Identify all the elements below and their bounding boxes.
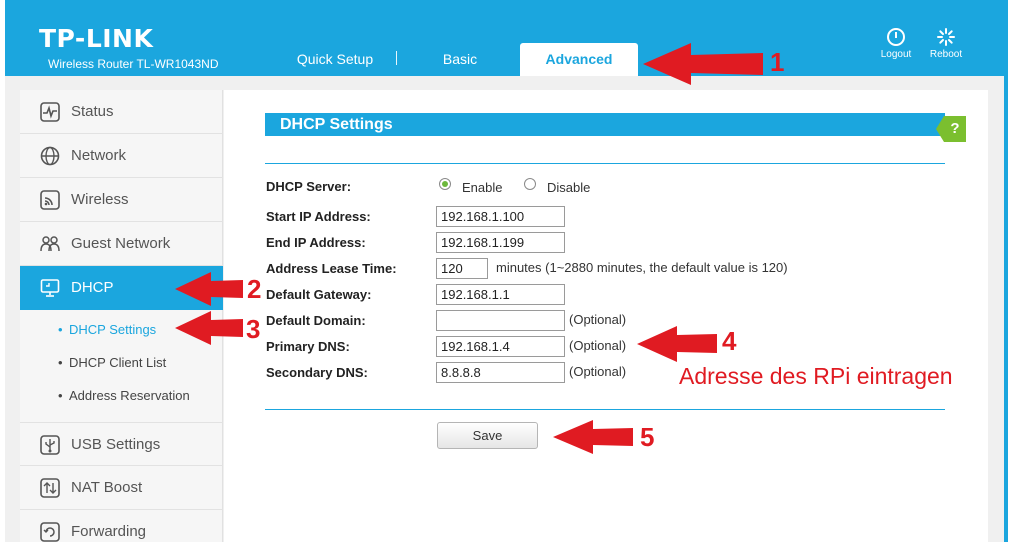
usb-icon (40, 435, 60, 455)
gateway-input[interactable] (436, 284, 565, 305)
forwarding-icon (40, 522, 60, 542)
reboot-label: Reboot (929, 49, 963, 60)
start-ip-input[interactable] (436, 206, 565, 227)
sidebar-item-label: Forwarding (71, 523, 147, 540)
dhcp-server-label: DHCP Server: (266, 179, 352, 194)
lease-time-input[interactable] (436, 258, 488, 279)
tab-quick-setup[interactable]: Quick Setup (285, 43, 385, 76)
annotation-number-3: 3 (246, 314, 261, 344)
annotation-number-1: 1 (770, 47, 785, 77)
status-icon (40, 102, 60, 122)
guest-network-icon (40, 236, 60, 252)
monitor-icon (40, 279, 60, 297)
tab-advanced[interactable]: Advanced (520, 43, 638, 76)
brand-logo: TP-LINK (39, 24, 154, 53)
lease-time-note: minutes (1~2880 minutes, the default val… (496, 260, 788, 275)
sidebar-item-label: USB Settings (71, 436, 161, 453)
divider-top (265, 163, 945, 164)
secondary-dns-label: Secondary DNS: (266, 365, 368, 380)
tab-divider (396, 51, 397, 65)
sidebar-item-network[interactable]: Network (20, 134, 223, 178)
optional-note: (Optional) (569, 364, 627, 379)
section-title: DHCP Settings (265, 113, 945, 136)
power-icon (887, 28, 905, 46)
disable-label: Disable (547, 180, 591, 195)
submenu-label: DHCP Settings (69, 322, 157, 337)
logout-button[interactable]: Logout (872, 27, 920, 60)
submenu-label: DHCP Client List (69, 355, 167, 370)
primary-dns-input[interactable] (436, 336, 565, 357)
sidebar-item-label: Wireless (71, 191, 129, 208)
nat-boost-icon (40, 478, 60, 498)
tab-basic[interactable]: Basic (420, 43, 500, 76)
sidebar-item-status[interactable]: Status (20, 90, 223, 134)
annotation-number-5: 5 (640, 422, 655, 452)
secondary-dns-input[interactable] (436, 362, 565, 383)
top-header: TP-LINK Wireless Router TL-WR1043ND (5, 0, 1008, 76)
disable-radio[interactable] (524, 178, 536, 190)
domain-label: Default Domain: (266, 313, 366, 328)
enable-radio[interactable] (439, 178, 451, 190)
end-ip-input[interactable] (436, 232, 565, 253)
optional-note: (Optional) (569, 312, 627, 327)
reboot-button[interactable]: Reboot (922, 27, 970, 60)
annotation-number-4: 4 (722, 326, 737, 356)
annotation-arrow-5 (553, 420, 633, 454)
submenu-label: Address Reservation (69, 388, 190, 403)
reboot-icon (937, 28, 955, 46)
sidebar-item-label: Guest Network (71, 235, 171, 252)
divider-bottom (265, 409, 945, 410)
lease-time-label: Address Lease Time: (266, 261, 397, 276)
sidebar-item-label: Network (71, 147, 127, 164)
router-model: Wireless Router TL-WR1043ND (48, 57, 219, 71)
domain-input[interactable] (436, 310, 565, 331)
sidebar-item-nat-boost[interactable]: NAT Boost (20, 466, 223, 510)
annotation-arrow-2 (175, 272, 243, 306)
annotation-arrow-4 (637, 326, 717, 362)
annotation-arrow-3 (175, 311, 243, 345)
save-button[interactable]: Save (437, 422, 538, 449)
sidebar-item-label: DHCP (71, 279, 114, 296)
primary-dns-label: Primary DNS: (266, 339, 350, 354)
submenu-dhcp-client-list[interactable]: • DHCP Client List (20, 353, 223, 375)
sidebar-item-guest-network[interactable]: Guest Network (20, 222, 223, 266)
sidebar-item-label: NAT Boost (71, 479, 143, 496)
help-button[interactable]: ? (936, 116, 966, 142)
annotation-note: Adresse des RPi eintragen (679, 363, 953, 389)
end-ip-label: End IP Address: (266, 235, 366, 250)
bullet-icon: • (58, 322, 63, 337)
sidebar-item-wireless[interactable]: Wireless (20, 178, 223, 222)
sidebar-item-forwarding[interactable]: Forwarding (20, 510, 223, 542)
optional-note: (Optional) (569, 338, 627, 353)
start-ip-label: Start IP Address: (266, 209, 371, 224)
logout-label: Logout (880, 49, 912, 60)
bullet-icon: • (58, 388, 63, 403)
globe-icon (40, 146, 60, 166)
sidebar-item-usb-settings[interactable]: USB Settings (20, 422, 223, 466)
submenu-address-reservation[interactable]: • Address Reservation (20, 386, 223, 408)
enable-label: Enable (462, 180, 503, 195)
annotation-number-2: 2 (247, 274, 262, 304)
window-edge (1004, 0, 1008, 542)
wireless-icon (40, 190, 60, 210)
sidebar-item-label: Status (71, 103, 114, 120)
gateway-label: Default Gateway: (266, 287, 372, 302)
bullet-icon: • (58, 355, 63, 370)
annotation-arrow-1 (643, 43, 763, 85)
